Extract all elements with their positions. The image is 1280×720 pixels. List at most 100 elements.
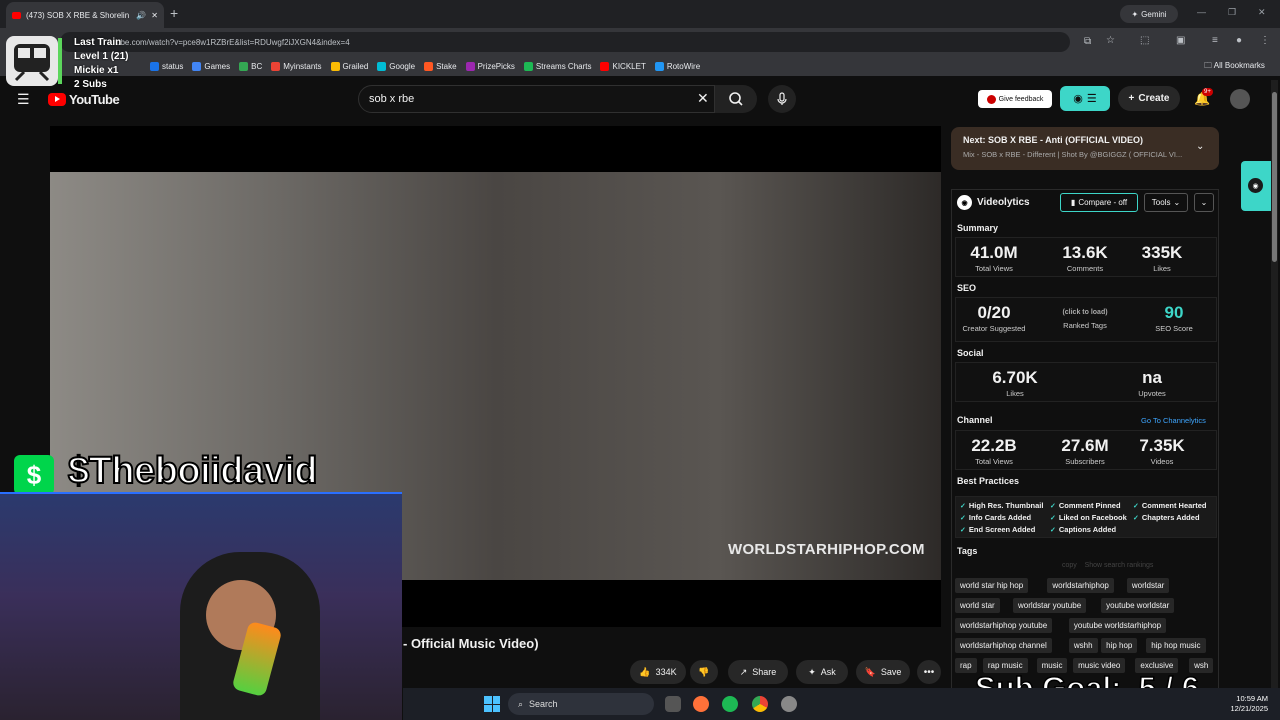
firefox-icon[interactable] (693, 696, 709, 712)
ask-label: Ask (820, 667, 836, 677)
task-view-icon[interactable] (665, 696, 681, 712)
tag-chip[interactable]: wshh (1068, 638, 1098, 653)
search-input[interactable]: sob x rbe (358, 85, 715, 113)
tools-dropdown[interactable]: Tools ⌄ (1144, 193, 1188, 212)
bookmark-item[interactable]: status (150, 61, 183, 71)
close-tab-icon[interactable]: ✕ (151, 11, 158, 20)
search-icon: ⌕ (518, 698, 524, 709)
tag-chip[interactable]: youtube worldstarhiphop (1068, 618, 1167, 633)
bookmark-item[interactable]: Streams Charts (523, 61, 591, 71)
bookmark-item[interactable]: KICKLET (600, 61, 646, 71)
bookmark-item[interactable]: Stake (424, 61, 457, 71)
bookmark-item[interactable]: BC (239, 61, 262, 71)
clear-search-icon[interactable]: ✕ (697, 90, 709, 107)
collapse-panel-button[interactable]: ⌄ (1194, 193, 1214, 212)
bookmark-label: Google (389, 61, 416, 71)
best-practice-item: Info Cards Added (960, 513, 1031, 522)
best-practice-item: Captions Added (1050, 525, 1116, 534)
videolytics-toggle-button[interactable]: ◉ ☰ (1060, 86, 1110, 111)
give-feedback-label: Give feedback (998, 95, 1044, 103)
gemini-button[interactable]: ✦ Gemini (1120, 5, 1178, 23)
media-icon[interactable]: ≡ (1212, 35, 1218, 46)
bookmark-icon: 🔖 (864, 666, 876, 677)
sidepanel-icon[interactable]: ▣ (1176, 35, 1185, 46)
create-button[interactable]: + Create (1118, 86, 1180, 111)
bookmark-item[interactable]: RotoWire (654, 61, 700, 71)
like-button[interactable]: 👍 334K (630, 660, 686, 684)
ask-button[interactable]: ✦ Ask (796, 660, 848, 684)
tag-chip[interactable]: world star (955, 598, 1000, 613)
app-icon[interactable] (781, 696, 797, 712)
tag-chip[interactable]: youtube worldstar (1101, 598, 1175, 613)
all-bookmarks[interactable]: 🗀 All Bookmarks (1204, 60, 1265, 74)
bookmark-favicon-icon (465, 61, 475, 71)
youtube-logo[interactable]: YouTube (48, 92, 120, 107)
stat-label: SEO Score (1155, 324, 1193, 333)
new-tab-button[interactable]: + (170, 5, 178, 21)
tag-chip[interactable]: worldstarhiphop (1047, 578, 1114, 593)
videolytics-title: Videolytics (977, 197, 1030, 208)
bookmark-star-icon[interactable]: ☆ (1106, 35, 1115, 46)
tag-chip[interactable]: worldstarhiphop youtube (955, 618, 1053, 633)
bookmark-item[interactable]: Games (192, 61, 230, 71)
tag-chip[interactable]: hip hop (1101, 638, 1138, 653)
scrollbar-thumb[interactable] (1272, 92, 1277, 262)
taskbar-search-label: Search (529, 699, 558, 709)
stat-item: 41.0M Total Views (959, 243, 1029, 273)
thumbs-down-icon: 👎 (698, 666, 710, 677)
train-progress-bar (58, 38, 62, 84)
search-button[interactable] (715, 85, 757, 113)
stat-label: Comments (1066, 264, 1104, 273)
webcam-overlay (0, 492, 402, 720)
bookmark-label: KICKLET (612, 61, 646, 71)
minimize-icon[interactable]: — (1197, 7, 1206, 17)
bookmark-item[interactable]: Myinstants (271, 61, 322, 71)
bookmark-item[interactable]: Grailed (330, 61, 369, 71)
dislike-button[interactable]: 👎 (690, 660, 718, 684)
tags-heading: Tags (957, 546, 978, 556)
bookmark-label: Grailed (342, 61, 369, 71)
hamburger-menu-icon[interactable]: ☰ (17, 91, 30, 108)
windows-start-icon[interactable] (484, 696, 500, 712)
save-button[interactable]: 🔖 Save (856, 660, 910, 684)
stat-value[interactable]: (click to load) (1050, 303, 1120, 320)
url-bar[interactable]: ube.com/watch?v=pce8w1RZBrE&list=RDUwgf2… (60, 32, 1070, 52)
tags-actions[interactable]: copy Show search rankings (1062, 562, 1153, 569)
go-to-channelytics-link[interactable]: Go To Channelytics (1141, 416, 1206, 425)
maximize-icon[interactable]: ❐ (1228, 7, 1236, 18)
best-practice-item: End Screen Added (960, 525, 1035, 534)
chevron-down-icon: ⌄ (1173, 198, 1181, 207)
tag-chip[interactable]: worldstarhiphop channel (955, 638, 1052, 653)
extensions-icon[interactable]: ⬚ (1140, 35, 1149, 46)
tag-chip[interactable]: hip hop music (1146, 638, 1206, 653)
thumbs-up-icon: 👍 (639, 666, 651, 677)
voice-search-button[interactable] (768, 85, 796, 113)
taskbar-search[interactable]: ⌕ Search (508, 693, 654, 715)
more-actions-icon[interactable]: ••• (917, 660, 941, 684)
close-window-icon[interactable]: ✕ (1258, 7, 1266, 18)
speaker-icon[interactable]: 🔊 (136, 11, 146, 20)
compare-button[interactable]: ▮ Compare - off (1060, 193, 1138, 212)
install-icon[interactable]: ⧉ (1084, 36, 1091, 47)
avatar[interactable] (1230, 89, 1250, 109)
tag-chip[interactable]: worldstar (1126, 578, 1170, 593)
bookmark-item[interactable]: PrizePicks (465, 61, 515, 71)
spotify-icon[interactable] (722, 696, 738, 712)
stat-value: 22.2B (971, 436, 1017, 455)
give-feedback-button[interactable]: Give feedback (978, 90, 1052, 108)
next-video-card[interactable]: Next: SOB X RBE - Anti (OFFICIAL VIDEO) … (951, 127, 1219, 170)
gemini-label: Gemini (1141, 9, 1167, 19)
stat-item: 7.35K Videos (1127, 436, 1197, 466)
share-button[interactable]: ↗ Share (728, 660, 788, 684)
train-level: Level 1 (21) (74, 51, 129, 62)
tag-chip[interactable]: rap (955, 658, 977, 673)
chevron-down-icon[interactable]: ⌄ (1196, 141, 1204, 152)
bookmark-item[interactable]: Google (377, 61, 416, 71)
profile-icon[interactable]: ● (1236, 35, 1242, 46)
chrome-menu-icon[interactable]: ⋮ (1260, 35, 1270, 46)
tag-chip[interactable]: world star hip hop (955, 578, 1029, 593)
train-title: Last Train (74, 37, 122, 48)
browser-tab[interactable]: (473) SOB X RBE & Shorelin 🔊 ✕ (6, 2, 164, 28)
chrome-icon[interactable] (752, 696, 768, 712)
tag-chip[interactable]: worldstar youtube (1013, 598, 1087, 613)
